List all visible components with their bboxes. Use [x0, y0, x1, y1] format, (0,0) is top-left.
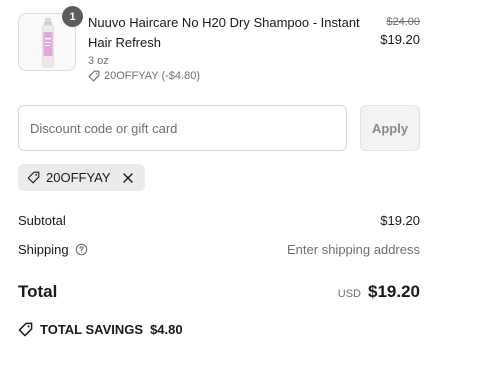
- line-item: 1 Nuuvo Haircare No H20 Dry Shampoo - In…: [18, 6, 420, 85]
- savings-label: TOTAL SAVINGS: [40, 322, 144, 337]
- product-variant: 3 oz: [88, 55, 109, 67]
- shipping-value: Enter shipping address: [287, 241, 420, 257]
- discount-form: Apply: [18, 105, 420, 151]
- shipping-label-group: Shipping: [18, 242, 88, 257]
- total-label: Total: [18, 282, 58, 301]
- subtotal-label: Subtotal: [18, 212, 66, 228]
- total-row: Total USD $19.20: [18, 280, 420, 304]
- applied-code-label: 20OFFYAY: [46, 170, 111, 185]
- quantity-badge: 1: [62, 6, 83, 27]
- currency-code: USD: [337, 288, 361, 300]
- product-title: Nuuvo Haircare No H20 Dry Shampoo - Inst…: [88, 15, 360, 50]
- subtotal-row: Subtotal $19.20: [18, 211, 420, 229]
- total-value-group: USD $19.20: [338, 282, 420, 302]
- total-savings: TOTAL SAVINGS $4.80: [18, 322, 183, 337]
- discount-code-input[interactable]: [18, 105, 347, 151]
- current-price: $19.20: [380, 32, 420, 47]
- original-price: $24.00: [386, 16, 420, 28]
- tag-icon: [27, 171, 40, 184]
- apply-button[interactable]: Apply: [360, 105, 420, 151]
- savings-value: $4.80: [150, 322, 183, 337]
- applied-discount-chip: 20OFFYAY: [18, 164, 145, 191]
- help-icon[interactable]: [75, 243, 88, 256]
- total-value: $19.20: [368, 282, 420, 301]
- product-thumbnail-wrap: 1: [18, 6, 83, 71]
- line-discount: 20OFFYAY (-$4.80): [88, 70, 360, 82]
- tag-icon: [88, 70, 100, 82]
- product-price: $24.00 $19.20: [380, 14, 420, 49]
- shipping-label: Shipping: [18, 241, 69, 257]
- close-icon[interactable]: [121, 171, 135, 185]
- dry-shampoo-bottle-icon: [42, 18, 54, 68]
- line-discount-text: 20OFFYAY (-$4.80): [104, 70, 200, 82]
- tag-icon: [18, 322, 33, 337]
- shipping-row: Shipping Enter shipping address: [18, 240, 420, 258]
- subtotal-value: $19.20: [380, 212, 420, 228]
- product-info: Nuuvo Haircare No H20 Dry Shampoo - Inst…: [88, 13, 360, 82]
